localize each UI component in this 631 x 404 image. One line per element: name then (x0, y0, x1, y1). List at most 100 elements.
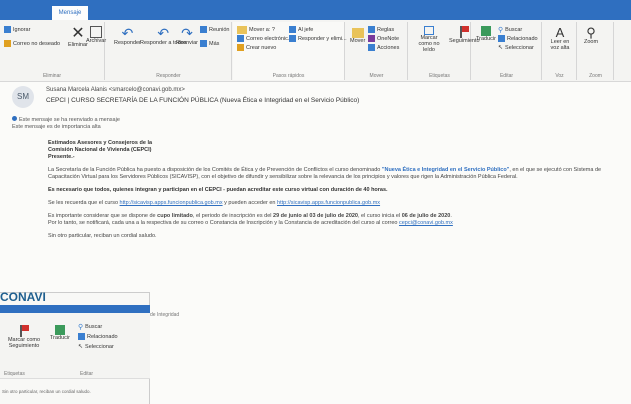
fragment-group-label-etiquetas: Etiquetas (4, 371, 25, 377)
fragment-followup-button[interactable]: Marcar como Seguimiento (4, 325, 44, 349)
reply-button[interactable]: ↶ Responder (114, 26, 141, 46)
quick-step-email[interactable]: Correo electrónic... (237, 35, 292, 42)
ignore-button[interactable]: Ignorar (4, 26, 30, 33)
onenote-icon (368, 35, 375, 42)
overlay-window-fragment: CONAVI Marcar como Seguimiento Traducir … (0, 290, 150, 404)
more-label: Más (209, 40, 220, 47)
fragment-related-icon (78, 333, 85, 340)
related-label: Relacionado (507, 35, 538, 42)
notice-forwarded: Este mensaje se ha reenviado a mensaje (19, 117, 120, 123)
meeting-button[interactable]: Reunión (200, 26, 230, 33)
group-label-mover: Mover (369, 73, 384, 79)
group-label-responder: Responder (156, 73, 181, 79)
flag-icon (459, 26, 470, 38)
group-etiquetas: Marcar como no leído Seguimiento Etiquet… (409, 22, 480, 80)
tab-mensaje[interactable]: Mensaje (52, 6, 88, 20)
fragment-title-bar (0, 305, 150, 313)
fragment-flag-icon (19, 325, 29, 337)
rules-button[interactable]: Reglas (368, 26, 394, 33)
quick-step-reply-delete[interactable]: Responder y elimi... (289, 35, 347, 42)
quick-step-new[interactable]: Crear nuevo (237, 44, 276, 51)
fragment-ribbon: Marcar como Seguimiento Traducir ⚲ Buscar… (0, 313, 150, 379)
group-label-voz: Voz (555, 73, 564, 79)
quick-step-move[interactable]: Mover a: ? (237, 26, 275, 34)
junk-icon (4, 40, 11, 47)
ignore-icon (4, 26, 11, 33)
paragraph-3: Se les recuerda que el curso http://sica… (48, 200, 623, 207)
zoom-button[interactable]: ⚲ Zoom (584, 26, 598, 45)
actions-button[interactable]: Acciones (368, 44, 399, 51)
group-label-etiquetas: Etiquetas (429, 73, 450, 79)
move-button[interactable]: Mover (350, 28, 365, 44)
email-window: Mensaje Ignorar Correo no deseado ✕ Elimi… (0, 0, 631, 404)
junk-button[interactable]: Correo no deseado (4, 40, 60, 47)
forward-button[interactable]: ↷ Reenviar (176, 26, 198, 46)
search-icon: ⚲ (498, 27, 504, 34)
move-label: Mover (350, 38, 366, 44)
quick-step-new-label: Crear nuevo (246, 44, 277, 51)
delete-button[interactable]: ✕ Eliminar (68, 26, 88, 49)
more-button[interactable]: Más (200, 40, 219, 47)
actions-label: Acciones (377, 44, 400, 51)
fragment-extension-text: de Integridad (150, 312, 180, 318)
greeting-line-2: Comisión Nacional de Vivienda (CEPCI) (48, 147, 152, 153)
translate-button[interactable]: Traducir (476, 26, 496, 42)
mark-unread-label: Marcar como no leído (418, 35, 440, 53)
course-link-1[interactable]: http://sicavisp.apps.funcionpublica.gob.… (120, 200, 223, 206)
boss-icon (289, 26, 296, 33)
course-link-2[interactable]: http://sicavisp.apps.funcionpublica.gob.… (277, 200, 380, 206)
avatar: SM (12, 86, 34, 108)
junk-label: Correo no deseado (13, 40, 61, 47)
folder-icon (237, 26, 247, 34)
archive-label: Archivar (86, 38, 107, 44)
fragment-body-text: Sin otro particular, reciban un cordial … (2, 389, 91, 394)
archive-icon (90, 26, 103, 38)
quick-step-move-label: Mover a: ? (249, 27, 275, 33)
fragment-select-button[interactable]: ↖ Seleccionar (78, 343, 114, 351)
quick-step-boss[interactable]: Al jefe (289, 26, 313, 33)
meeting-label: Reunión (209, 26, 230, 33)
more-icon (200, 40, 207, 47)
quick-step-boss-label: Al jefe (298, 26, 314, 33)
onenote-button[interactable]: OneNote (368, 35, 399, 42)
select-label: Seleccionar (505, 44, 534, 51)
p4-text-g: . (450, 213, 452, 219)
p4-text-e: , el curso inicia el (358, 213, 402, 219)
translate-label: Traducir (476, 36, 496, 42)
fragment-related-button[interactable]: Relacionado (78, 333, 118, 340)
archive-button[interactable]: Archivar (86, 26, 106, 44)
p4-text-a: Es importante considerar que se dispone … (48, 213, 158, 219)
rules-icon (368, 26, 375, 33)
fragment-related-label: Relacionado (87, 333, 118, 340)
read-aloud-button[interactable]: A Leer en voz alta (549, 26, 571, 51)
zoom-label: Zoom (584, 39, 599, 45)
new-icon (237, 44, 244, 51)
quick-step-reply-delete-label: Responder y elimi... (298, 35, 347, 42)
mark-unread-button[interactable]: Marcar como no leído (413, 26, 445, 53)
group-label-zoom: Zoom (589, 73, 602, 79)
group-label-eliminar: Eliminar (42, 73, 62, 79)
paragraph-2: Es necesario que todos, quienes integran… (48, 187, 388, 193)
fragment-find-button[interactable]: ⚲ Buscar (78, 323, 102, 331)
meeting-icon (200, 26, 207, 33)
email-icon (237, 35, 244, 42)
reply-delete-icon (289, 35, 296, 42)
group-label-editar: Editar (499, 73, 514, 79)
group-label-quick-steps: Pasos rápidos (272, 73, 305, 79)
group-eliminar: Ignorar Correo no deseado ✕ Eliminar Arch… (0, 22, 106, 80)
related-icon (498, 35, 505, 42)
select-button[interactable]: ↖ Seleccionar (498, 44, 534, 52)
reply-label: Responder (114, 40, 141, 46)
related-button[interactable]: Relacionado (498, 35, 538, 42)
email-link[interactable]: cepci@conavi.gob.mx (399, 220, 453, 226)
fragment-cursor-icon: ↖ (78, 344, 84, 350)
sender[interactable]: Susana Marcela Alanis <smarcelo@conavi.g… (46, 87, 185, 93)
read-aloud-icon: A (555, 25, 565, 40)
ribbon: Ignorar Correo no deseado ✕ Eliminar Arch… (0, 20, 631, 82)
forward-icon: ↷ (181, 25, 193, 41)
fragment-translate-button[interactable]: Traducir (50, 325, 70, 341)
p4-limited: cupo limitado (157, 213, 193, 219)
find-button[interactable]: ⚲ Buscar (498, 26, 522, 34)
ignore-label: Ignorar (13, 26, 31, 33)
forward-label: Reenviar (176, 40, 199, 46)
